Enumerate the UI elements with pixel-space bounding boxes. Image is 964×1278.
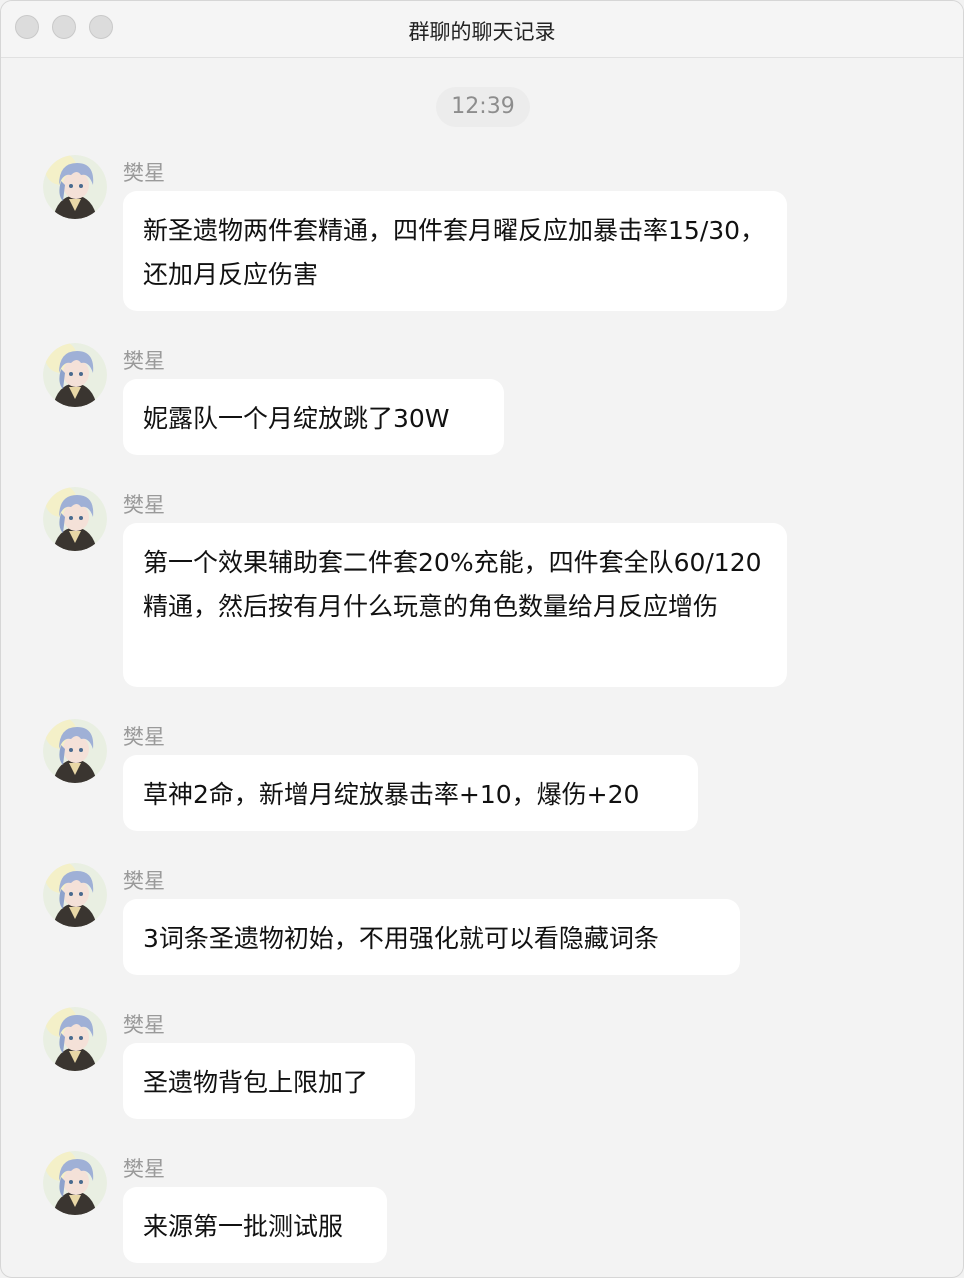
avatar-icon[interactable] [43, 719, 107, 783]
avatar-icon[interactable] [43, 155, 107, 219]
message-bubble[interactable]: 来源第一批测试服 [123, 1187, 387, 1263]
avatar-icon[interactable] [43, 343, 107, 407]
sender-name: 樊星 [123, 725, 165, 749]
sender-name: 樊星 [123, 349, 165, 373]
message-bubble[interactable]: 第一个效果辅助套二件套20%充能，四件套全队60/120精通，然后按有月什么玩意… [123, 523, 787, 687]
avatar-icon[interactable] [43, 863, 107, 927]
sender-name: 樊星 [123, 1157, 165, 1181]
title-bar: 群聊的聊天记录 [1, 1, 963, 58]
message-bubble[interactable]: 妮露队一个月绽放跳了30W [123, 379, 504, 455]
message-bubble[interactable]: 圣遗物背包上限加了 [123, 1043, 415, 1119]
sender-name: 樊星 [123, 869, 165, 893]
message-bubble[interactable]: 3词条圣遗物初始，不用强化就可以看隐藏词条 [123, 899, 740, 975]
avatar-icon[interactable] [43, 1151, 107, 1215]
avatar-icon[interactable] [43, 1007, 107, 1071]
message-bubble[interactable]: 新圣遗物两件套精通，四件套月曜反应加暴击率15/30，还加月反应伤害 [123, 191, 787, 311]
chat-history-window: 群聊的聊天记录 12:39 樊星 新圣遗物两件套精通，四件套月曜反应加暴击率15… [0, 0, 964, 1278]
sender-name: 樊星 [123, 161, 165, 185]
sender-name: 樊星 [123, 1013, 165, 1037]
timestamp-pill: 12:39 [436, 87, 530, 127]
window-title: 群聊的聊天记录 [408, 20, 556, 44]
sender-name: 樊星 [123, 493, 165, 517]
avatar-icon[interactable] [43, 487, 107, 551]
message-bubble[interactable]: 草神2命，新增月绽放暴击率+10，爆伤+20 [123, 755, 698, 831]
